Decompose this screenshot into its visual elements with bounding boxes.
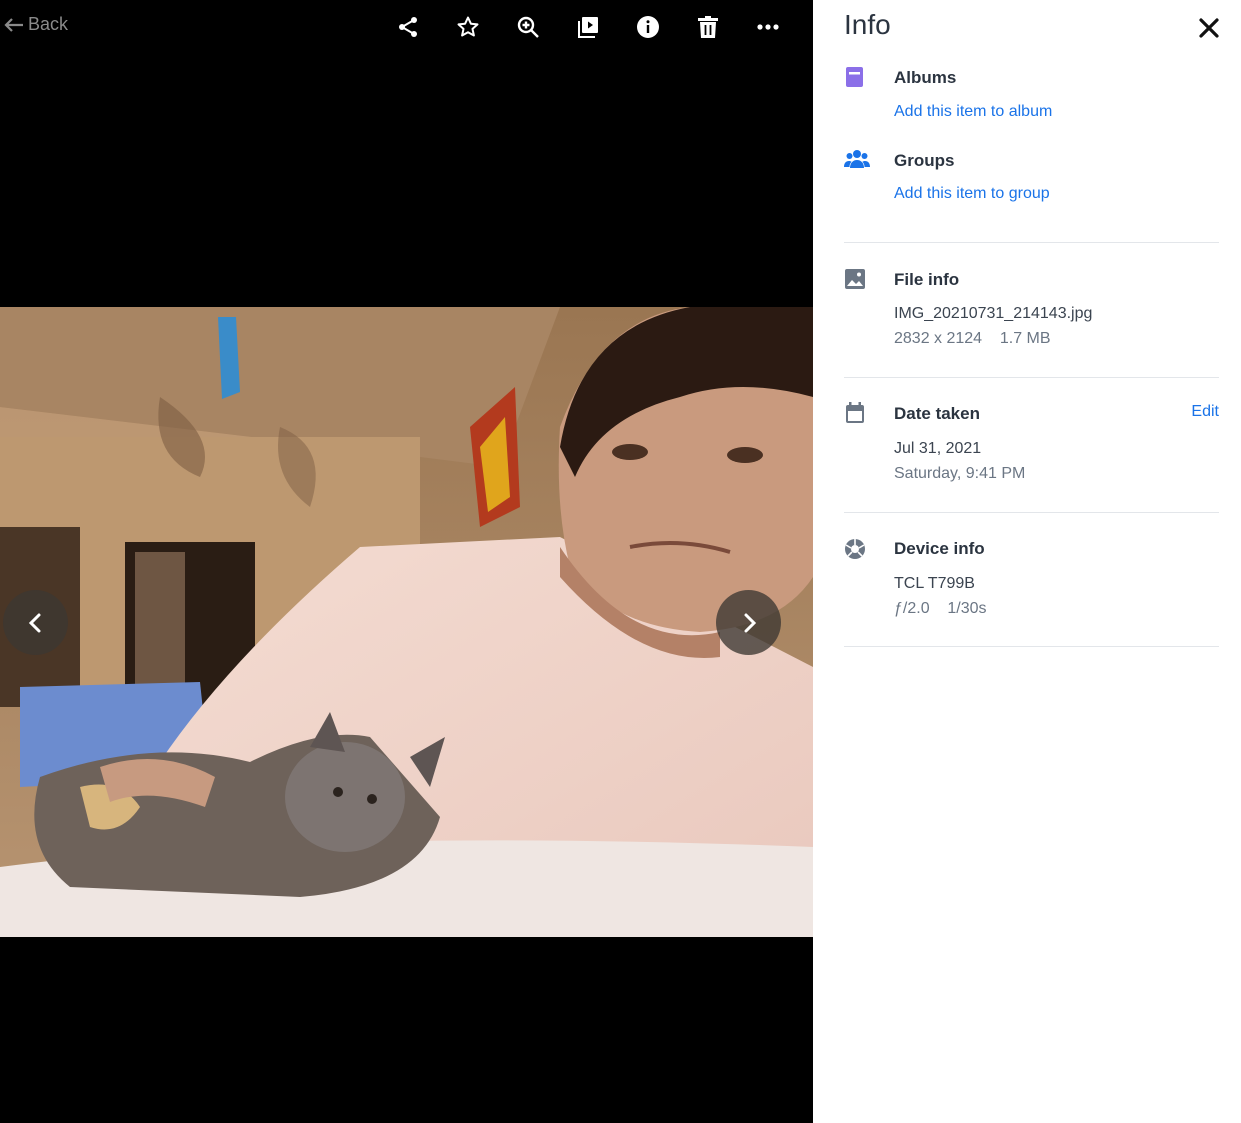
file-info-heading: File info: [894, 270, 960, 289]
slideshow-icon: [578, 17, 598, 38]
exposure-info: ƒ/2.0 1/30s: [894, 600, 987, 618]
slideshow-button[interactable]: [558, 10, 618, 44]
shutter-value: 1/30s: [947, 600, 987, 617]
albums-heading: Albums: [894, 68, 957, 87]
photo-viewer: Back: [0, 0, 813, 1123]
albums-section: Albums Add this item to album: [844, 66, 1219, 126]
photo-image: [0, 307, 813, 937]
close-icon[interactable]: [1197, 16, 1221, 40]
divider: [844, 377, 1219, 378]
calendar-icon: [846, 402, 864, 423]
image-icon: [845, 269, 865, 289]
delete-button[interactable]: [678, 10, 738, 44]
aperture-value: ƒ/2.0: [894, 600, 930, 617]
back-button[interactable]: Back: [4, 14, 68, 35]
device-model: TCL T799B: [894, 575, 975, 592]
photo: [0, 307, 813, 937]
divider: [844, 512, 1219, 513]
day-time-value: Saturday, 9:41 PM: [894, 465, 1026, 482]
device-info-section: Device info TCL T799B ƒ/2.0 1/30s: [844, 537, 1219, 622]
device-info-heading: Device info: [894, 539, 985, 558]
arrow-left-icon: [4, 17, 23, 32]
album-icon: [846, 67, 863, 87]
groups-section: Groups Add this item to group: [844, 148, 1219, 208]
viewer-toolbar: [378, 10, 798, 44]
previous-photo-button[interactable]: [3, 590, 68, 655]
info-icon: [637, 16, 659, 38]
next-photo-button[interactable]: [716, 590, 781, 655]
add-to-album-link[interactable]: Add this item to album: [894, 103, 1052, 121]
trash-icon: [698, 16, 718, 38]
share-icon: [399, 17, 417, 37]
back-label: Back: [28, 14, 69, 34]
zoom-in-icon: [517, 16, 539, 38]
add-to-group-link[interactable]: Add this item to group: [894, 185, 1050, 203]
more-icon: [757, 24, 779, 30]
star-icon: [457, 16, 479, 37]
chevron-left-icon: [28, 613, 40, 632]
aperture-icon: [845, 539, 865, 559]
edit-date-link[interactable]: Edit: [1191, 403, 1219, 421]
favorite-button[interactable]: [438, 10, 498, 44]
date-taken-heading: Date taken: [894, 404, 980, 423]
info-button[interactable]: [618, 10, 678, 44]
share-button[interactable]: [378, 10, 438, 44]
file-dimensions: 2832 x 2124: [894, 330, 983, 347]
divider: [844, 242, 1219, 243]
panel-title: Info: [844, 9, 891, 40]
file-info-section: File info IMG_20210731_214143.jpg 2832 x…: [844, 268, 1219, 353]
groups-icon: [844, 150, 870, 168]
chevron-right-icon: [744, 613, 756, 632]
date-taken-section: Date taken Edit Jul 31, 2021 Saturday, 9…: [844, 402, 1219, 487]
file-meta: 2832 x 2124 1.7 MB: [894, 330, 1051, 348]
more-button[interactable]: [738, 10, 798, 44]
divider: [844, 646, 1219, 647]
zoom-button[interactable]: [498, 10, 558, 44]
date-value: Jul 31, 2021: [894, 440, 982, 457]
groups-heading: Groups: [894, 151, 955, 170]
file-name: IMG_20210731_214143.jpg: [894, 305, 1093, 322]
info-panel: Info Albums Add this item to album Group…: [813, 0, 1241, 1123]
file-size: 1.7 MB: [999, 330, 1051, 347]
